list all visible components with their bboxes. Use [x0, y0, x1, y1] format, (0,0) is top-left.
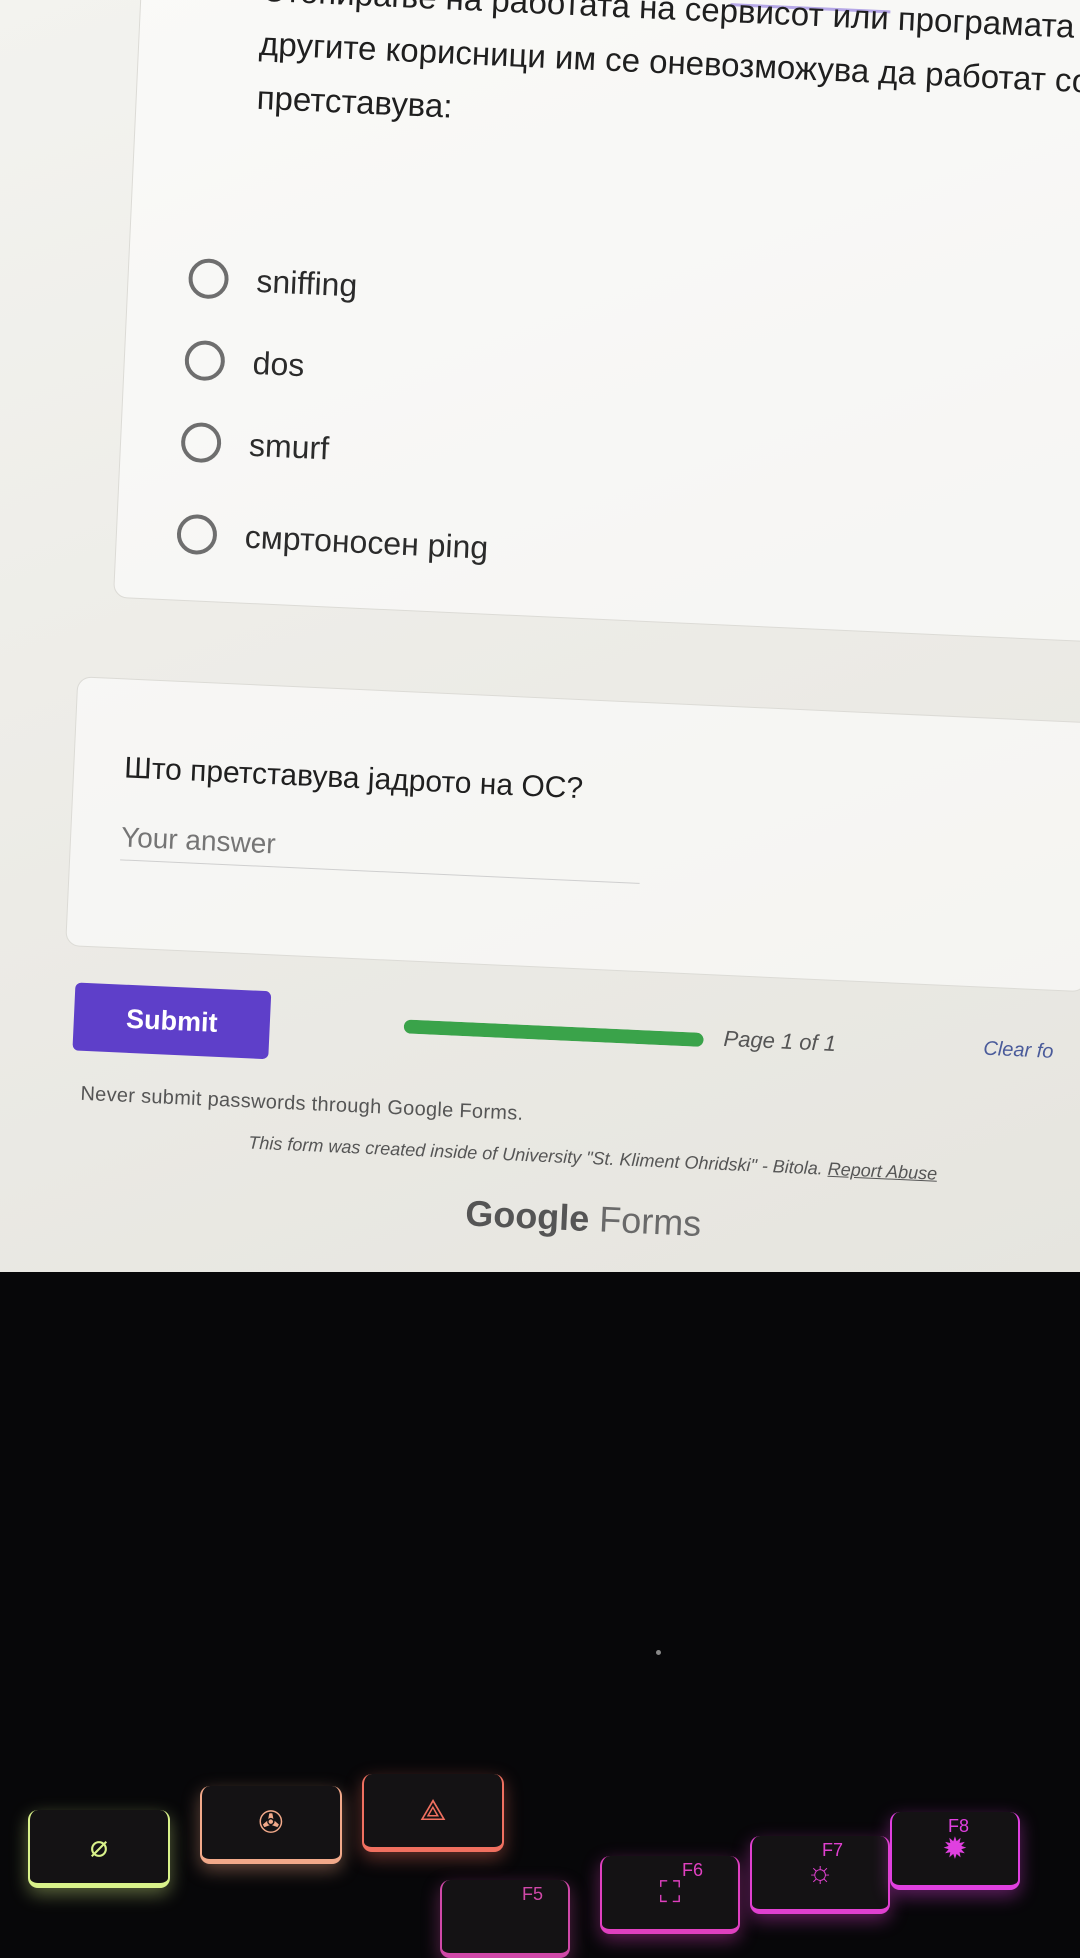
- progress-fill: [403, 1019, 704, 1047]
- browser-screen: Стопирање на работата на сервисот или пр…: [0, 0, 1080, 1272]
- option-label: sniffing: [255, 262, 359, 303]
- radio-button[interactable]: [176, 513, 218, 556]
- radio-button[interactable]: [187, 257, 230, 300]
- option-deadly-ping[interactable]: смртоносен ping: [176, 506, 490, 576]
- logo-google: Google: [464, 1192, 591, 1239]
- clear-form-button[interactable]: Clear fo: [983, 1038, 1054, 1064]
- f5-label: F5: [522, 1884, 544, 1904]
- f7-key[interactable]: F7 ☼: [750, 1836, 890, 1914]
- option-label: smurf: [248, 426, 330, 466]
- progress-bar: [403, 1019, 704, 1047]
- mic-mute-key[interactable]: ⌀: [28, 1810, 170, 1888]
- created-note: This form was created inside of Universi…: [247, 1132, 824, 1179]
- question-1-text: Стопирање на работата на сервисот или пр…: [256, 0, 1080, 165]
- brightness-down-icon: ☼: [806, 1855, 834, 1889]
- f8-key[interactable]: F8 ✹: [890, 1812, 1020, 1890]
- rog-key[interactable]: ⟁: [362, 1774, 504, 1852]
- form-content: Стопирање на работата на сервисот или пр…: [0, 0, 1080, 1272]
- rog-logo-icon: ⟁: [419, 1793, 447, 1827]
- f6-label: F6: [682, 1860, 704, 1880]
- f6-key[interactable]: F6 ⛶: [600, 1856, 740, 1934]
- fan-key[interactable]: ✇: [200, 1786, 342, 1864]
- password-warning: Never submit passwords through Google Fo…: [79, 1082, 524, 1125]
- footer-note: This form was created inside of Universi…: [248, 1132, 938, 1184]
- fan-icon: ✇: [258, 1806, 284, 1839]
- option-label: dos: [252, 344, 306, 383]
- answer-input[interactable]: [120, 815, 642, 884]
- dust-speck: [656, 1650, 661, 1655]
- option-sniffing[interactable]: sniffing: [187, 250, 358, 314]
- question-card-2: Што претставува јадрото на ОС?: [65, 676, 1080, 993]
- option-label: смртоносен ping: [244, 518, 490, 566]
- radio-button[interactable]: [180, 421, 223, 464]
- logo-forms: Forms: [598, 1198, 703, 1245]
- page-indicator: Page 1 of 1: [723, 1025, 837, 1056]
- brightness-up-icon: ✹: [942, 1832, 968, 1865]
- option-smurf[interactable]: smurf: [180, 414, 330, 477]
- google-forms-logo[interactable]: Google Forms: [464, 1192, 703, 1245]
- screenshot-icon: ⛶: [659, 1875, 681, 1909]
- radio-button[interactable]: [183, 339, 226, 382]
- option-dos[interactable]: dos: [183, 332, 306, 393]
- question-card-1: Стопирање на работата на сервисот или пр…: [113, 0, 1080, 645]
- submit-button[interactable]: Submit: [72, 982, 272, 1060]
- f5-key[interactable]: F5: [440, 1880, 570, 1958]
- report-abuse-link[interactable]: Report Abuse: [827, 1159, 937, 1184]
- mic-mute-icon: ⌀: [89, 1830, 109, 1863]
- question-2-text: Што претставува јадрото на ОС?: [123, 751, 584, 806]
